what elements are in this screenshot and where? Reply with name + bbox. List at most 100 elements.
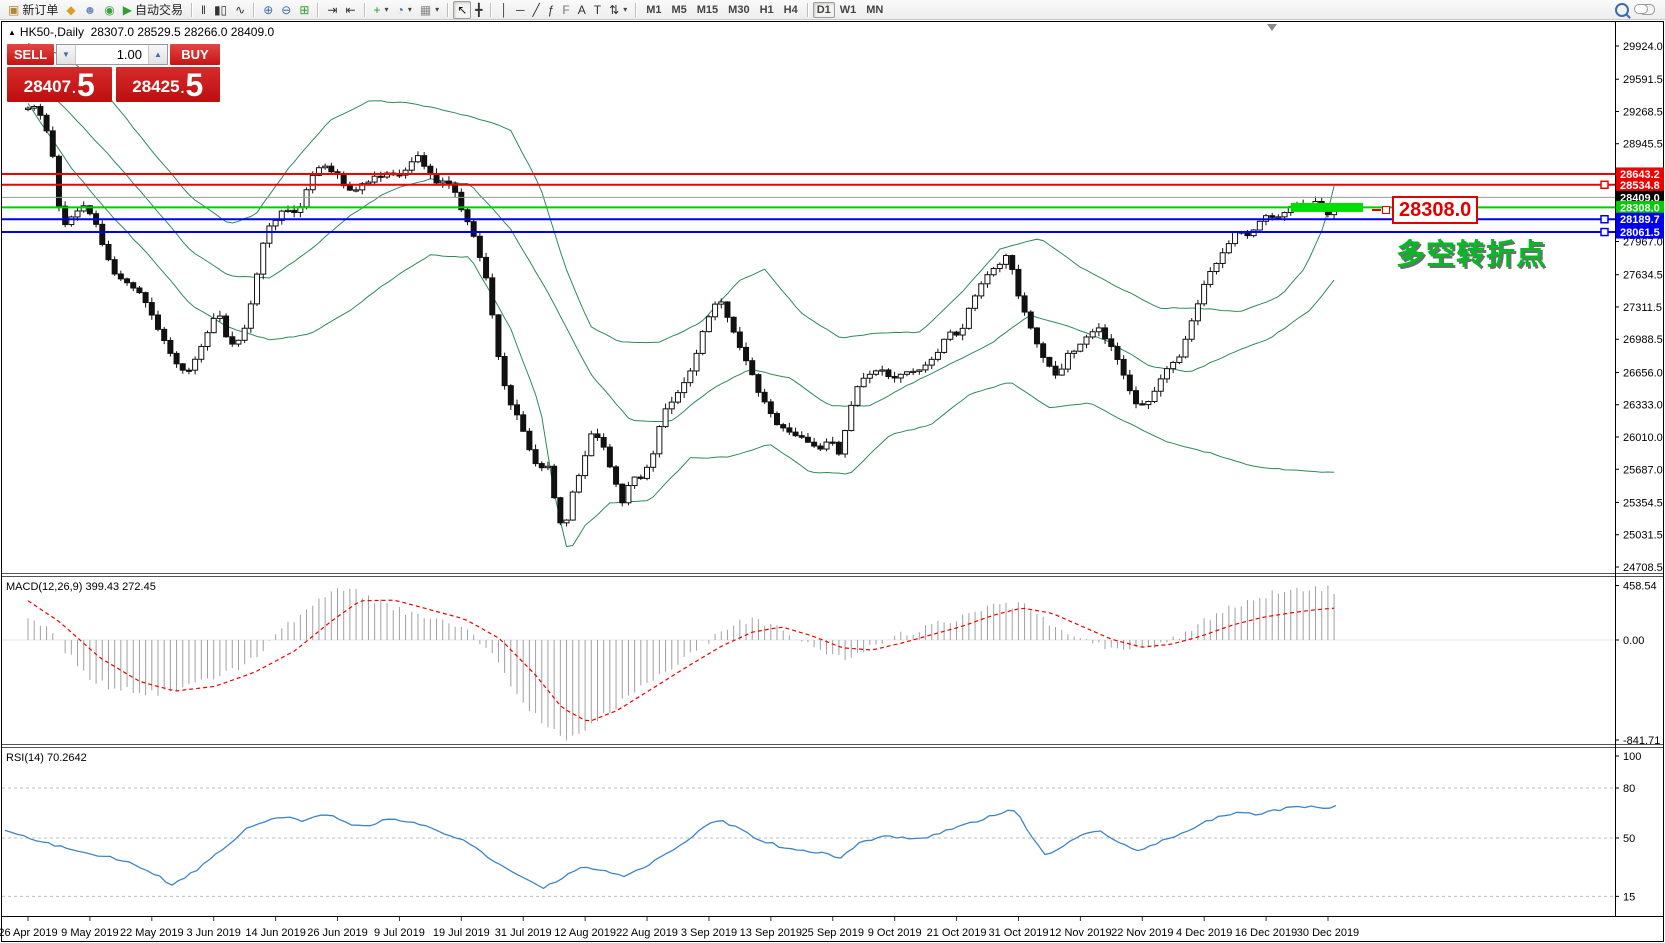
timeframe-m15-button[interactable]: M15 <box>692 2 723 18</box>
indicators-button[interactable]: +▾ <box>370 1 393 19</box>
price-axis-tick: 26010.0 <box>1623 432 1663 444</box>
toolbar-separator <box>447 3 449 17</box>
fibo-grid-button[interactable]: F <box>558 1 573 19</box>
price-axis-tick: 29268.5 <box>1623 106 1663 118</box>
chevron-down-icon[interactable]: ▾ <box>623 5 627 14</box>
date-axis-tick: 14 Jun 2019 <box>245 927 306 939</box>
horizontal-line-button[interactable]: ─ <box>512 1 529 19</box>
chevron-down-icon[interactable]: ▾ <box>408 5 412 14</box>
candlestick-chart-button[interactable]: ▮▯ <box>210 1 231 19</box>
date-axis-tick: 9 Jul 2019 <box>374 927 425 939</box>
new-order-button-label: 新订单 <box>22 1 58 18</box>
date-axis-tick: 19 Jul 2019 <box>433 927 490 939</box>
macd-axis-tick: 0.00 <box>1623 635 1644 647</box>
volume-stepper[interactable]: ▼ 1.00 ▲ <box>56 44 168 65</box>
horizontal-line-icon: ─ <box>516 3 525 17</box>
chart-shift-icon: ⇤ <box>345 3 355 17</box>
rsi-axis-tick: 80 <box>1623 783 1635 795</box>
zoom-in-icon: ⊕ <box>263 3 273 17</box>
symbol-period-label: HK50-,Daily <box>20 25 84 39</box>
text-button[interactable]: A <box>574 1 590 19</box>
text-label-button[interactable]: T <box>590 1 605 19</box>
arrows-button[interactable]: ⇅▾ <box>605 1 631 19</box>
market-watch-icon: ◆ <box>66 3 75 17</box>
rsi-axis-tick: 50 <box>1623 833 1635 845</box>
tile-windows-button[interactable]: ⊞ <box>295 1 313 19</box>
text-label-icon: T <box>594 3 601 17</box>
chat-icon[interactable] <box>1639 4 1655 15</box>
chevron-down-icon[interactable]: ▾ <box>435 5 439 14</box>
price-axis-tick: 25354.5 <box>1623 497 1663 509</box>
volume-value[interactable]: 1.00 <box>76 47 148 62</box>
new-order-button[interactable]: ▣新订单 <box>4 1 62 19</box>
market-watch-button[interactable]: ◆ <box>62 1 79 19</box>
price-callout-label[interactable]: 28308.0 <box>1392 196 1478 224</box>
toolbar-right-group <box>1615 3 1661 17</box>
chart-shift-button[interactable]: ⇤ <box>341 1 359 19</box>
price-callout[interactable]: 28308.0 <box>1372 196 1478 224</box>
one-click-trading-panel: SELL ▼ 1.00 ▲ BUY 28407 . 5 28425 . 5 <box>7 44 220 102</box>
search-icon[interactable] <box>1615 3 1629 17</box>
price-axis-tick: 26988.5 <box>1623 334 1663 346</box>
zoom-in-button[interactable]: ⊕ <box>259 1 277 19</box>
bar-chart-button[interactable]: ‖ <box>197 1 210 19</box>
sell-price-dot: . <box>72 76 76 100</box>
date-axis-tick: 25 Sep 2019 <box>802 927 864 939</box>
buy-button[interactable]: BUY <box>170 44 220 65</box>
line-chart-button[interactable]: ∿ <box>231 1 249 19</box>
line-anchor-marker[interactable] <box>1601 229 1608 236</box>
zoom-out-icon: ⊖ <box>281 3 291 17</box>
price-axis-tick: 26333.0 <box>1623 400 1663 412</box>
support-highlight-bar[interactable] <box>1291 203 1363 212</box>
axis-price-label: 28308.0 <box>1620 202 1660 214</box>
timeframe-w1-button[interactable]: W1 <box>835 2 862 18</box>
timeframe-mn-button[interactable]: MN <box>861 2 888 18</box>
auto-scroll-icon: ⇥ <box>327 3 337 17</box>
buy-price-display[interactable]: 28425 . 5 <box>116 67 221 102</box>
trendline-button[interactable]: ╱ <box>529 1 544 19</box>
price-axis-tick: 24708.5 <box>1623 562 1663 574</box>
collapse-panel-arrow[interactable]: ▲ <box>8 28 16 37</box>
cursor-button[interactable]: ↖ <box>453 1 471 19</box>
autotrading-button[interactable]: ▶自动交易 <box>119 1 187 19</box>
date-axis-tick: 22 May 2019 <box>120 927 184 939</box>
date-axis-tick: 9 Oct 2019 <box>868 927 922 939</box>
timeframe-m5-button[interactable]: M5 <box>666 2 691 18</box>
sell-button[interactable]: SELL <box>7 44 54 65</box>
line-anchor-marker[interactable] <box>1601 181 1608 188</box>
volume-increase-button[interactable]: ▲ <box>148 45 167 64</box>
date-axis-tick: 3 Sep 2019 <box>681 927 737 939</box>
vertical-line-button[interactable]: │ <box>496 1 512 19</box>
fibonacci-icon: ƒ <box>548 3 555 17</box>
chevron-down-icon[interactable]: ▾ <box>385 5 389 14</box>
date-axis-tick: 31 Jul 2019 <box>495 927 552 939</box>
turning-point-annotation[interactable]: 多空转折点 <box>1396 231 1546 273</box>
date-axis-tick: 13 Sep 2019 <box>740 927 802 939</box>
fibonacci-button[interactable]: ƒ <box>544 1 559 19</box>
crosshair-button[interactable]: ╋ <box>471 1 486 19</box>
volume-decrease-button[interactable]: ▼ <box>57 45 76 64</box>
zoom-out-button[interactable]: ⊖ <box>277 1 295 19</box>
experts-button[interactable]: ☻ <box>80 1 101 19</box>
experts-icon: ☻ <box>84 3 97 17</box>
timeframe-m1-button[interactable]: M1 <box>641 2 666 18</box>
text-icon: A <box>578 3 586 17</box>
sell-price-display[interactable]: 28407 . 5 <box>7 67 112 102</box>
price-axis-tick: 29924.0 <box>1623 41 1663 53</box>
fibo-grid-icon: F <box>562 3 569 17</box>
timeframe-m30-button[interactable]: M30 <box>723 2 754 18</box>
auto-scroll-button[interactable]: ⇥ <box>323 1 341 19</box>
periods-button[interactable]: ◔▾ <box>393 1 416 19</box>
timeframe-d1-button[interactable]: D1 <box>813 2 835 18</box>
timeframe-h4-button[interactable]: H4 <box>779 2 803 18</box>
templates-button[interactable]: ▦▾ <box>416 1 443 19</box>
date-axis-tick: 30 Dec 2019 <box>1297 927 1359 939</box>
signals-button[interactable]: ◉ <box>100 1 118 19</box>
timeframe-h1-button[interactable]: H1 <box>755 2 779 18</box>
vertical-line-icon: │ <box>500 3 508 17</box>
indicators-icon: + <box>374 3 381 17</box>
date-axis-tick: 22 Aug 2019 <box>616 927 678 939</box>
line-anchor-marker[interactable] <box>1601 216 1608 223</box>
toolbar-separator <box>364 3 366 17</box>
date-axis-tick: 31 Oct 2019 <box>989 927 1049 939</box>
